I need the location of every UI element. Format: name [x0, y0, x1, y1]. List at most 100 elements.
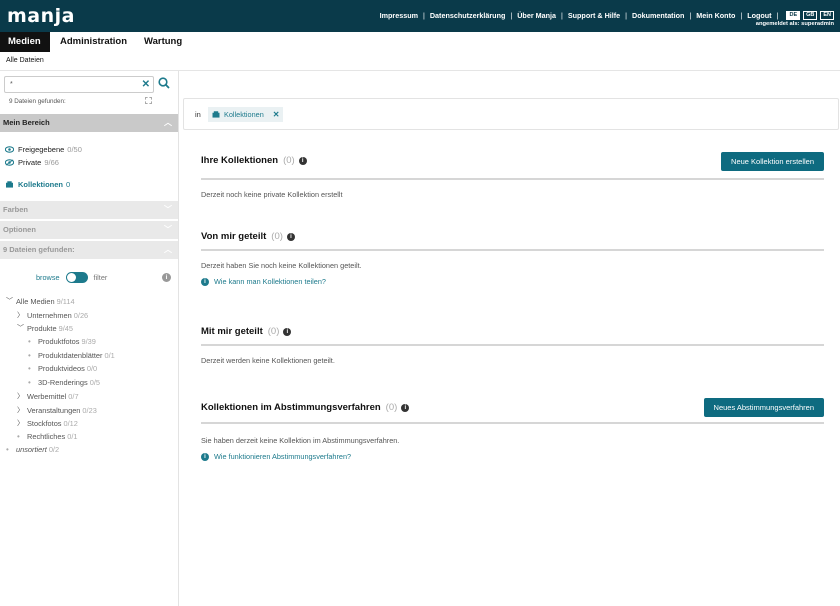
lang-en[interactable]: EN: [820, 11, 834, 20]
tree-item[interactable]: • Produktvideos 0/0: [28, 364, 97, 373]
chevron-right-icon: 〉: [17, 393, 24, 400]
section-title: Von mir geteilt (0) i: [201, 231, 295, 242]
tree-item[interactable]: • Rechtliches 0/1: [17, 432, 77, 441]
tab-medien[interactable]: Medien: [0, 32, 50, 52]
section-label: Farben: [3, 205, 29, 214]
section-mit-mir-geteilt: Mit mir geteilt (0) i Derzeit werden kei…: [201, 326, 824, 371]
filter-chip-kollektionen[interactable]: Kollektionen ✕: [208, 107, 284, 122]
section-optionen[interactable]: Optionen ﹀: [0, 221, 178, 239]
tree-item[interactable]: 〉 Veranstaltungen 0/23: [17, 405, 97, 415]
tree-item[interactable]: 〉 Werbemittel 0/7: [17, 391, 79, 401]
collection-icon: [6, 181, 13, 188]
eye-icon: [5, 146, 14, 153]
expand-icon[interactable]: [145, 97, 152, 104]
bullet-icon: •: [28, 351, 31, 360]
divider: [201, 422, 824, 424]
private-label: Private: [18, 158, 42, 167]
freigegebene-count: 0/50: [67, 145, 82, 154]
subnav-alle-dateien[interactable]: Alle Dateien: [6, 57, 44, 64]
filter-label[interactable]: filter: [94, 273, 108, 282]
collection-icon: [212, 111, 220, 118]
found-count: 9 Dateien gefunden:: [9, 98, 66, 105]
section-label: Mein Bereich: [3, 118, 50, 127]
info-icon[interactable]: i: [298, 156, 307, 165]
bullet-icon: •: [17, 432, 20, 441]
lang-gb[interactable]: GB: [803, 11, 818, 20]
tab-administration[interactable]: Administration: [60, 32, 127, 52]
tree-item[interactable]: • 3D-Renderings 0/5: [28, 378, 100, 387]
tree-item[interactable]: ﹀ Produkte 9/45: [17, 323, 73, 333]
tree-item[interactable]: • Produktdatenblätter 0/1: [28, 351, 115, 360]
empty-message: Derzeit haben Sie noch keine Kollektione…: [201, 261, 362, 270]
divider: [201, 344, 824, 346]
section-abstimmungsverfahren: Kollektionen im Abstimmungsverfahren (0)…: [201, 398, 824, 468]
divider: [201, 249, 824, 251]
help-link-abstimmung[interactable]: i Wie funktionieren Abstimmungsverfahren…: [201, 452, 351, 461]
section-ihre-kollektionen: Ihre Kollektionen (0) i Neue Kollektion …: [201, 152, 824, 202]
empty-message: Sie haben derzeit keine Kollektion im Ab…: [201, 436, 400, 445]
browse-filter-toggle: browse filter: [36, 272, 107, 283]
info-icon[interactable]: i: [401, 403, 410, 412]
browse-label[interactable]: browse: [36, 273, 60, 282]
section-mein-bereich[interactable]: Mein Bereich ︿: [0, 114, 178, 132]
info-icon[interactable]: i: [162, 273, 171, 282]
mode-toggle[interactable]: [65, 272, 88, 283]
tree-item[interactable]: 〉 Unternehmen 0/26: [17, 310, 88, 320]
private-item[interactable]: Private 9/66: [5, 158, 59, 167]
nav-datenschutz[interactable]: Datenschutzerklärung: [430, 11, 506, 20]
tree-item[interactable]: • unsortiert 0/2: [6, 445, 59, 454]
section-farben[interactable]: Farben ﹀: [0, 201, 178, 219]
freigegebene-item[interactable]: Freigegebene 0/50: [5, 145, 82, 154]
top-nav: Impressum | Datenschutzerklärung | Über Ma…: [380, 11, 834, 20]
kollektionen-item[interactable]: Kollektionen 0: [5, 180, 70, 189]
help-link-teilen[interactable]: i Wie kann man Kollektionen teilen?: [201, 277, 326, 286]
chevron-down-icon: ﹀: [164, 205, 172, 214]
eye-slash-icon: [5, 159, 14, 166]
freigegebene-label: Freigegebene: [18, 145, 65, 154]
info-icon: i: [201, 452, 209, 461]
section-dateien-gefunden[interactable]: 9 Dateien gefunden: ︿: [0, 241, 178, 259]
nav-mein-konto[interactable]: Mein Konto: [696, 11, 735, 20]
close-icon[interactable]: ✕: [273, 107, 280, 122]
bullet-icon: •: [28, 378, 31, 387]
logged-in-user: angemeldet als: superadmin: [755, 21, 834, 27]
neue-kollektion-button[interactable]: Neue Kollektion erstellen: [721, 152, 824, 171]
section-title: Ihre Kollektionen (0) i: [201, 155, 307, 166]
tab-wartung[interactable]: Wartung: [144, 32, 182, 52]
tree-item[interactable]: 〉 Stockfotos 0/12: [17, 418, 78, 428]
search-input[interactable]: [5, 77, 135, 92]
nav-dokumentation[interactable]: Dokumentation: [632, 11, 684, 20]
clear-icon[interactable]: ✕: [142, 79, 150, 90]
nav-support[interactable]: Support & Hilfe: [568, 11, 620, 20]
section-title: Mit mir geteilt (0) i: [201, 326, 292, 337]
sidebar: ✕ 9 Dateien gefunden: Mein Bereich ︿ Fre…: [0, 71, 179, 606]
section-label: Optionen: [3, 225, 36, 234]
info-icon[interactable]: i: [283, 327, 292, 336]
nav-logout[interactable]: Logout: [747, 11, 771, 20]
manja-logo[interactable]: manja: [7, 5, 75, 27]
bullet-icon: •: [28, 364, 31, 373]
nav-ueber-manja[interactable]: Über Manja: [517, 11, 556, 20]
kollektionen-count: 0: [66, 180, 71, 189]
section-von-mir-geteilt: Von mir geteilt (0) i Derzeit haben Sie …: [201, 231, 824, 291]
nav-impressum[interactable]: Impressum: [380, 11, 418, 20]
bullet-icon: •: [28, 337, 31, 346]
main-nav: Medien Administration Wartung: [0, 32, 840, 52]
chevron-up-icon: ︿: [164, 245, 172, 254]
filter-bar: in Kollektionen ✕: [183, 98, 839, 130]
empty-message: Derzeit werden keine Kollektionen geteil…: [201, 356, 335, 365]
search-box: ✕: [4, 76, 154, 93]
search-icon[interactable]: [158, 77, 170, 89]
neues-abstimmungsverfahren-button[interactable]: Neues Abstimmungsverfahren: [703, 398, 824, 417]
lang-de[interactable]: DE: [786, 11, 801, 20]
tree-item[interactable]: • Produktfotos 9/39: [28, 337, 96, 346]
section-label: 9 Dateien gefunden:: [3, 245, 75, 254]
divider: [201, 178, 824, 180]
empty-message: Derzeit noch keine private Kollektion er…: [201, 190, 343, 199]
info-icon[interactable]: i: [286, 232, 295, 241]
chevron-down-icon: ﹀: [164, 225, 172, 234]
chevron-right-icon: 〉: [17, 312, 24, 319]
tree-item[interactable]: ﹀ Alle Medien 9/114: [6, 296, 75, 306]
private-count: 9/66: [44, 158, 59, 167]
kollektionen-label: Kollektionen: [18, 180, 64, 189]
